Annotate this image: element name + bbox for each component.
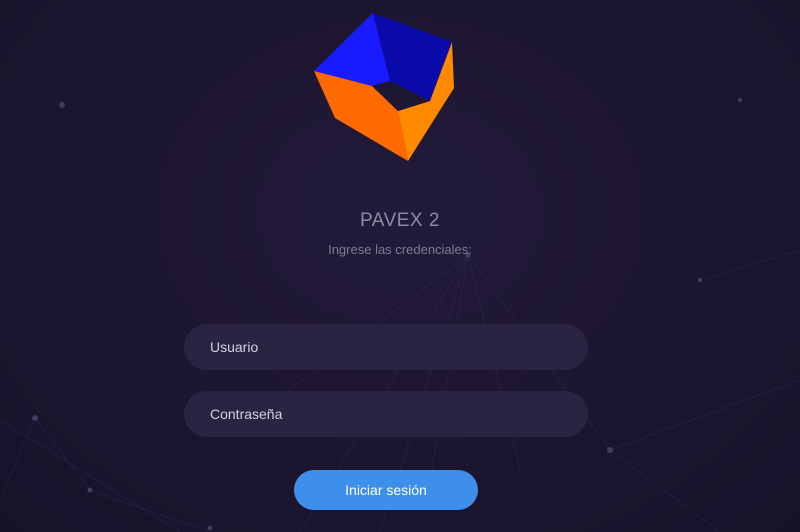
- username-input[interactable]: [184, 324, 588, 370]
- password-input[interactable]: [184, 391, 588, 437]
- app-title: PAVEX 2: [360, 210, 440, 231]
- cube-logo-icon: [314, 13, 454, 161]
- login-instructions: Ingrese las credenciales:: [328, 242, 472, 257]
- login-button[interactable]: Iniciar sesión: [294, 470, 478, 510]
